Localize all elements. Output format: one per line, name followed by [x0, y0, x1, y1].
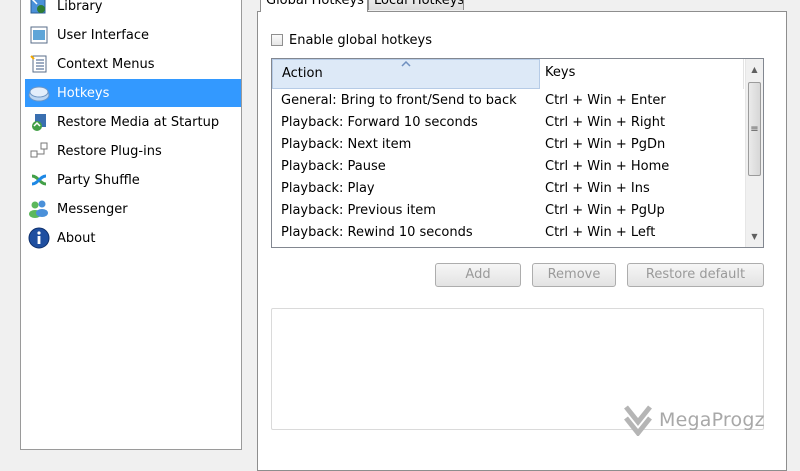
hotkey-action: Playback: Rewind 10 seconds	[281, 224, 473, 240]
scroll-up-icon[interactable]: ▲	[746, 61, 763, 78]
restore-plugins-icon	[25, 137, 53, 165]
about-icon	[25, 224, 53, 252]
column-header-action-label: Action	[282, 66, 323, 81]
hotkey-keys: Ctrl + Win + Enter	[545, 92, 666, 108]
hotkey-keys: Ctrl + Win + Home	[545, 158, 670, 174]
sidebar-item-messenger[interactable]: Messenger	[25, 195, 241, 223]
add-button[interactable]: Add	[435, 263, 521, 287]
sidebar-item-label: Messenger	[57, 201, 128, 217]
sidebar-item-label: Context Menus	[57, 56, 155, 72]
watermark: MegaProgz	[623, 404, 765, 436]
sidebar-item-about[interactable]: About	[25, 224, 241, 252]
sidebar-item-party-shuffle[interactable]: Party Shuffle	[25, 166, 241, 194]
scroll-down-icon[interactable]: ▼	[746, 228, 763, 245]
sidebar-item-label: Restore Media at Startup	[57, 114, 220, 130]
sidebar-item-label: Restore Plug-ins	[57, 143, 162, 159]
user-interface-icon	[25, 21, 53, 49]
hotkey-keys: Ctrl + Win + PgDn	[545, 136, 666, 152]
hotkey-action: General: Bring to front/Send to back	[281, 92, 517, 108]
table-row[interactable]: Playback: Next item Ctrl + Win + PgDn	[272, 133, 744, 155]
library-icon	[25, 0, 53, 20]
hotkey-keys: Ctrl + Win + Ins	[545, 180, 650, 196]
hotkey-action: Playback: Next item	[281, 136, 412, 152]
watermark-text: MegaProgz	[659, 409, 765, 431]
party-shuffle-icon	[25, 166, 53, 194]
list-scrollbar[interactable]: ▲ ≡ ▼	[745, 59, 763, 247]
sidebar-item-label: About	[57, 230, 96, 246]
enable-global-hotkeys-option[interactable]: Enable global hotkeys	[271, 31, 432, 49]
hotkey-action: Playback: Previous item	[281, 202, 436, 218]
hotkey-action: Playback: Pause	[281, 158, 386, 174]
column-header-keys[interactable]: Keys	[540, 59, 744, 89]
hotkey-keys: Ctrl + Win + PgUp	[545, 202, 665, 218]
sidebar-item-label: Library	[57, 0, 103, 14]
hotkey-action: Playback: Forward 10 seconds	[281, 114, 478, 130]
megaprogz-logo-icon	[624, 405, 652, 436]
sidebar-item-label: Hotkeys	[57, 85, 110, 101]
sidebar-item-restore-plugins[interactable]: Restore Plug-ins	[25, 137, 241, 165]
table-row[interactable]: Playback: Previous item Ctrl + Win + PgU…	[272, 199, 744, 221]
hotkey-action: Playback: Play	[281, 180, 375, 196]
list-header: Action Keys	[272, 59, 744, 89]
sidebar-item-hotkeys[interactable]: Hotkeys	[25, 79, 241, 107]
remove-button[interactable]: Remove	[532, 263, 616, 287]
sidebar-item-user-interface[interactable]: User Interface	[25, 21, 241, 49]
messenger-icon	[25, 195, 53, 223]
sidebar-item-library[interactable]: Library	[25, 0, 241, 20]
tab-global-hotkeys[interactable]: Global Hotkeys	[260, 0, 368, 12]
enable-global-hotkeys-checkbox[interactable]	[271, 34, 283, 46]
sidebar-item-restore-media[interactable]: Restore Media at Startup	[25, 108, 241, 136]
table-row[interactable]: General: Bring to front/Send to back Ctr…	[272, 89, 744, 111]
hotkey-keys: Ctrl + Win + Right	[545, 114, 666, 130]
tab-local-hotkeys[interactable]: Local Hotkeys	[368, 0, 464, 10]
table-row[interactable]: Playback: Pause Ctrl + Win + Home	[272, 155, 744, 177]
scrollbar-thumb[interactable]: ≡	[748, 82, 761, 176]
sidebar-item-label: User Interface	[57, 27, 149, 43]
sort-ascending-icon	[401, 61, 411, 67]
settings-sidebar: Library User Interface Context Menus Hot…	[20, 0, 242, 450]
restore-default-button[interactable]: Restore default	[627, 263, 764, 287]
restore-media-icon	[25, 108, 53, 136]
column-header-action[interactable]: Action	[272, 59, 540, 89]
table-row[interactable]: Playback: Play Ctrl + Win + Ins	[272, 177, 744, 199]
hotkeys-list[interactable]: Action Keys General: Bring to front/Send…	[271, 58, 764, 248]
hotkey-keys: Ctrl + Win + Left	[545, 224, 656, 240]
table-row[interactable]: Playback: Rewind 10 seconds Ctrl + Win +…	[272, 221, 744, 243]
column-header-keys-label: Keys	[545, 65, 576, 80]
sidebar-item-context-menus[interactable]: Context Menus	[25, 50, 241, 78]
sidebar-item-label: Party Shuffle	[57, 172, 140, 188]
hotkeys-icon	[25, 79, 53, 107]
context-menus-icon	[25, 50, 53, 78]
table-row[interactable]: Playback: Forward 10 seconds Ctrl + Win …	[272, 111, 744, 133]
enable-global-hotkeys-label: Enable global hotkeys	[289, 32, 433, 48]
